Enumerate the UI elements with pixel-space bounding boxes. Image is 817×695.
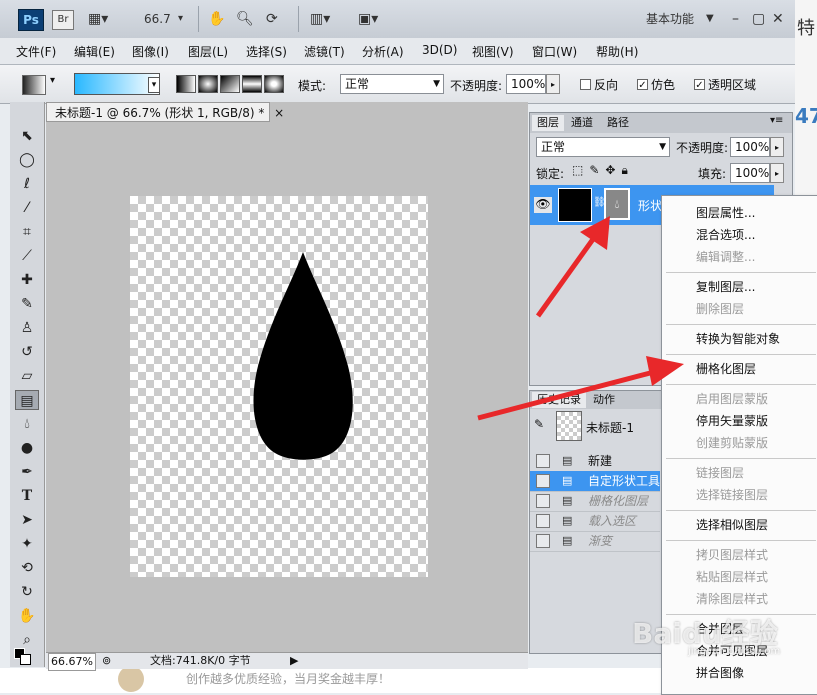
arrow-to-rasterize — [477, 356, 684, 421]
annotation-arrows — [477, 216, 684, 421]
arrow-to-mask-thumbnail — [535, 216, 610, 318]
